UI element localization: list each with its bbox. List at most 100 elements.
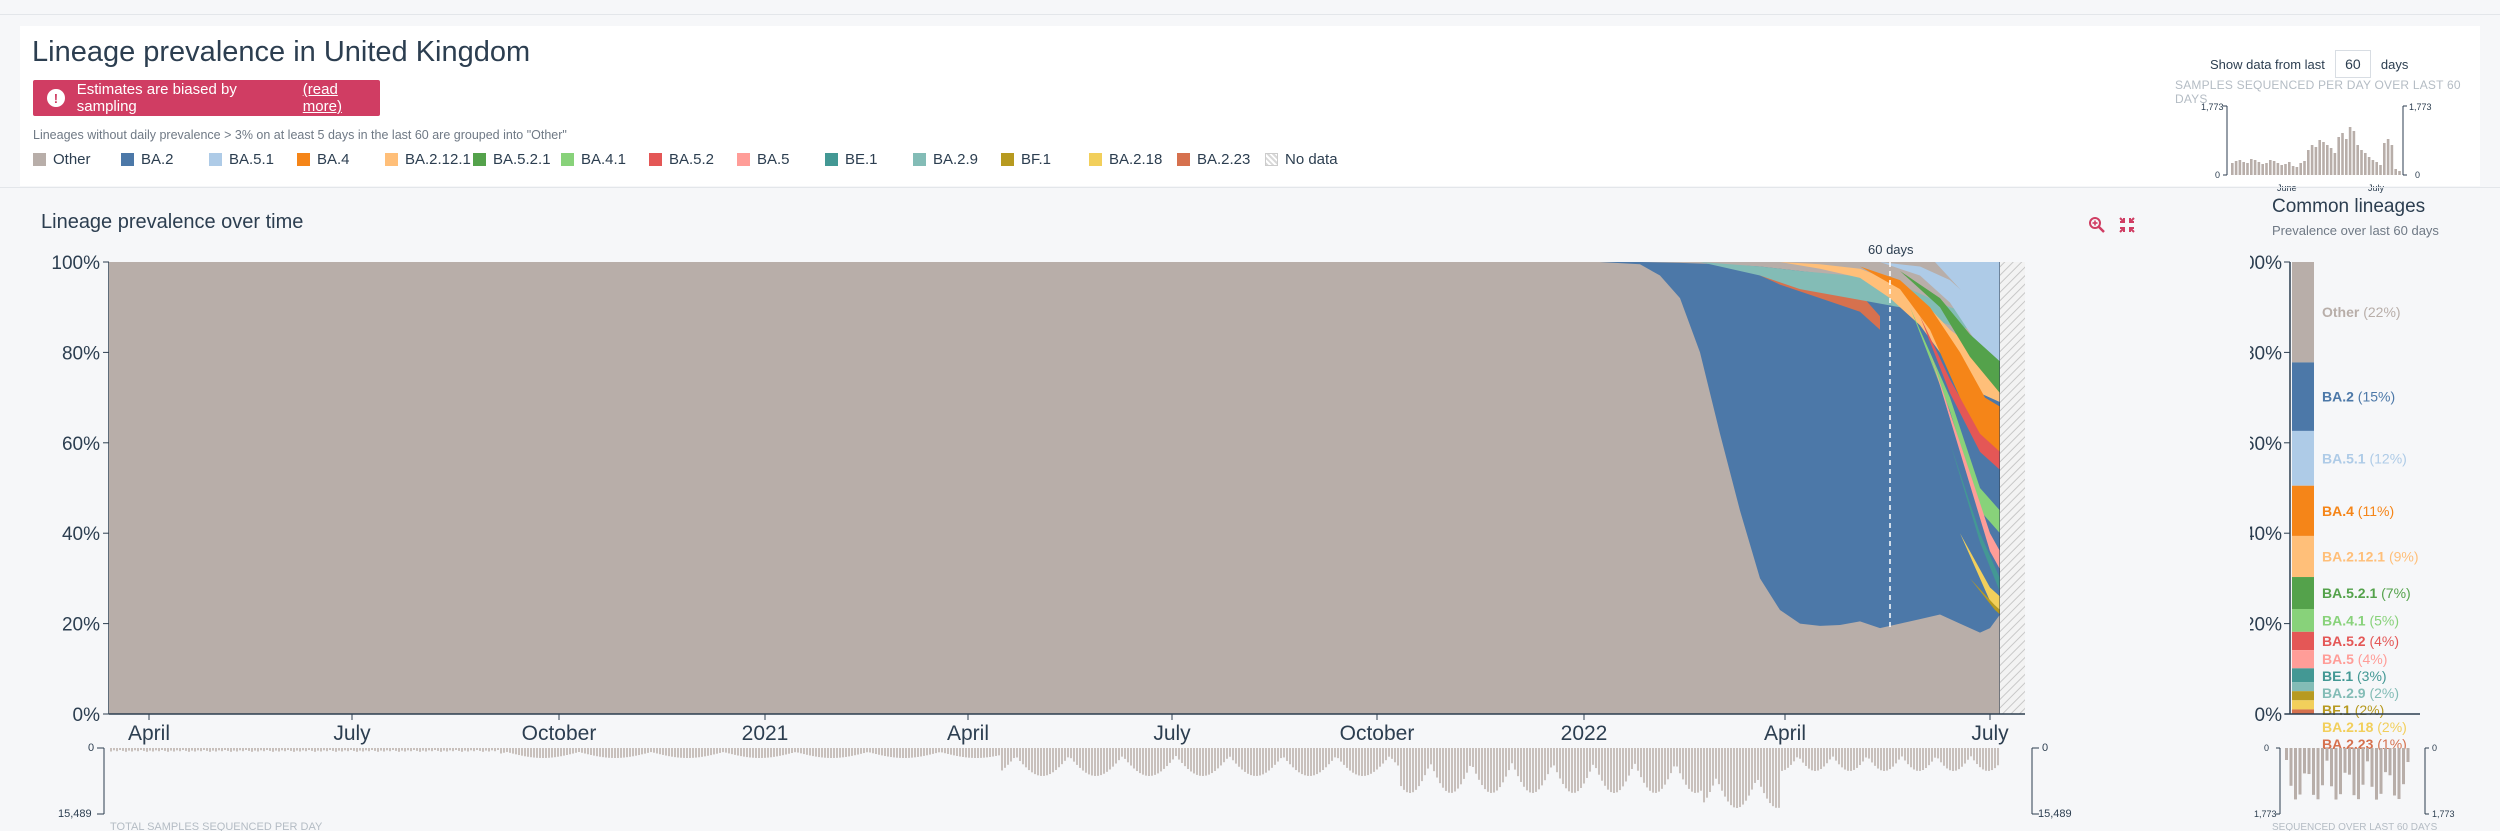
legend-item-ba2121[interactable]: BA.2.12.1 (385, 151, 471, 168)
sample-bar (1871, 748, 1873, 763)
sample-bar (443, 748, 445, 751)
legend-item-other[interactable]: Other (33, 151, 91, 168)
sample-bar (1262, 748, 1264, 775)
stack-segment-ba2[interactable] (2292, 362, 2314, 431)
legend-item-ba2[interactable]: BA.2 (121, 151, 174, 168)
stack-segment-ba52[interactable] (2292, 631, 2314, 651)
mini-sample-bar (2360, 150, 2363, 175)
legend-item-ba4[interactable]: BA.4 (297, 151, 350, 168)
stack-bottom-max: 1,773 (2254, 809, 2277, 819)
read-more-link[interactable]: (read more) (303, 81, 380, 115)
sample-bar (494, 748, 496, 752)
sample-bar (593, 748, 595, 756)
sample-bar (1094, 748, 1096, 776)
stack-segment-bf1[interactable] (2292, 691, 2314, 701)
legend-item-ba52[interactable]: BA.5.2 (649, 151, 714, 168)
sample-bar (350, 748, 352, 750)
sample-bar (905, 748, 907, 758)
sample-bar (1478, 748, 1480, 780)
sample-bar (1025, 748, 1027, 768)
sample-bar (1154, 748, 1156, 775)
sample-bar (1232, 748, 1234, 761)
stack-segment-ba29[interactable] (2292, 682, 2314, 692)
sample-bar (1904, 748, 1906, 761)
stack-bottom-max-right: 1,773 (2432, 809, 2455, 819)
stack-segment-be1[interactable] (2292, 668, 2314, 683)
zoom-in-icon[interactable] (2088, 216, 2106, 234)
stack-segment-ba218[interactable] (2292, 700, 2314, 710)
sample-bar (1709, 748, 1711, 792)
sample-bar (1322, 748, 1324, 770)
legend-item-be1[interactable]: BE.1 (825, 151, 878, 168)
reset-zoom-icon[interactable] (2118, 216, 2136, 234)
sample-bar (1412, 748, 1414, 793)
sample-bar (1451, 748, 1453, 793)
sample-bar (1550, 748, 1552, 768)
sample-bar (1022, 748, 1024, 765)
sample-bar (365, 748, 367, 751)
sample-bar (1418, 748, 1420, 787)
sample-bar (770, 748, 772, 758)
legend-item-ba51[interactable]: BA.5.1 (209, 151, 274, 168)
legend-item-ba218[interactable]: BA.2.18 (1089, 151, 1162, 168)
mini-sample-bar (2307, 150, 2310, 175)
sample-bar (368, 748, 370, 752)
stack-y-tick-label: 20% (2250, 615, 2282, 636)
sample-bar (1208, 748, 1210, 775)
sample-bar (932, 748, 934, 754)
sample-bar (656, 748, 658, 754)
stack-mini-bar (2370, 748, 2374, 787)
y-tick-label: 100% (51, 253, 100, 274)
sample-bar (386, 748, 388, 751)
sample-bar (1529, 748, 1531, 793)
sample-bar (563, 748, 565, 756)
stack-segment-ba2121[interactable] (2292, 535, 2314, 578)
sample-bar (938, 748, 940, 753)
sample-bar (1793, 748, 1795, 762)
sample-bar (986, 748, 988, 758)
stack-mini-bar (2307, 748, 2311, 775)
sample-bar (347, 748, 349, 752)
sample-bar (182, 748, 184, 750)
sample-bar (917, 748, 919, 757)
sample-bar (422, 748, 424, 751)
sample-bar (1664, 748, 1666, 785)
legend-item-no-data[interactable]: No data (1265, 151, 1338, 168)
sample-bar (176, 748, 178, 751)
stack-segment-ba51[interactable] (2292, 430, 2314, 486)
sample-bar (1151, 748, 1153, 776)
stack-segment-other[interactable] (2292, 262, 2314, 363)
mini-sample-bar (2291, 166, 2295, 175)
sample-bar (1403, 748, 1405, 790)
sample-bar (1475, 748, 1477, 774)
legend-item-ba223[interactable]: BA.2.23 (1177, 151, 1250, 168)
sample-bar (722, 748, 724, 753)
sample-bar (320, 748, 322, 752)
y-tick-label: 60% (62, 434, 100, 455)
legend-item-ba5[interactable]: BA.5 (737, 151, 790, 168)
legend-item-ba521[interactable]: BA.5.2.1 (473, 151, 551, 168)
sample-bar (1148, 748, 1150, 776)
sample-bar (116, 748, 118, 752)
days-input[interactable] (2334, 50, 2371, 78)
sample-bar (1967, 748, 1969, 760)
main-prevalence-chart[interactable]: 100% 80% 60% 40% 20% 0% 60 days April July Octo… (0, 238, 2100, 831)
sample-bar (911, 748, 913, 758)
legend-item-ba29[interactable]: BA.2.9 (913, 151, 978, 168)
sample-bar (476, 748, 478, 750)
sample-bar (1175, 748, 1177, 757)
sample-bar (1055, 748, 1057, 770)
stack-mini-bar (2339, 748, 2342, 795)
sample-bar (1445, 748, 1447, 791)
stack-segment-ba4[interactable] (2292, 485, 2314, 536)
sample-bar (857, 748, 859, 755)
stack-segment-ba521[interactable] (2292, 577, 2314, 609)
sample-bar (1703, 748, 1705, 803)
sample-bar (401, 748, 403, 751)
sample-bar (695, 748, 697, 758)
legend-item-ba41[interactable]: BA.4.1 (561, 151, 626, 168)
stack-segment-ba5[interactable] (2292, 650, 2314, 669)
sample-bar (1121, 748, 1123, 757)
legend-item-bf1[interactable]: BF.1 (1001, 151, 1051, 168)
stack-segment-ba41[interactable] (2292, 608, 2314, 632)
